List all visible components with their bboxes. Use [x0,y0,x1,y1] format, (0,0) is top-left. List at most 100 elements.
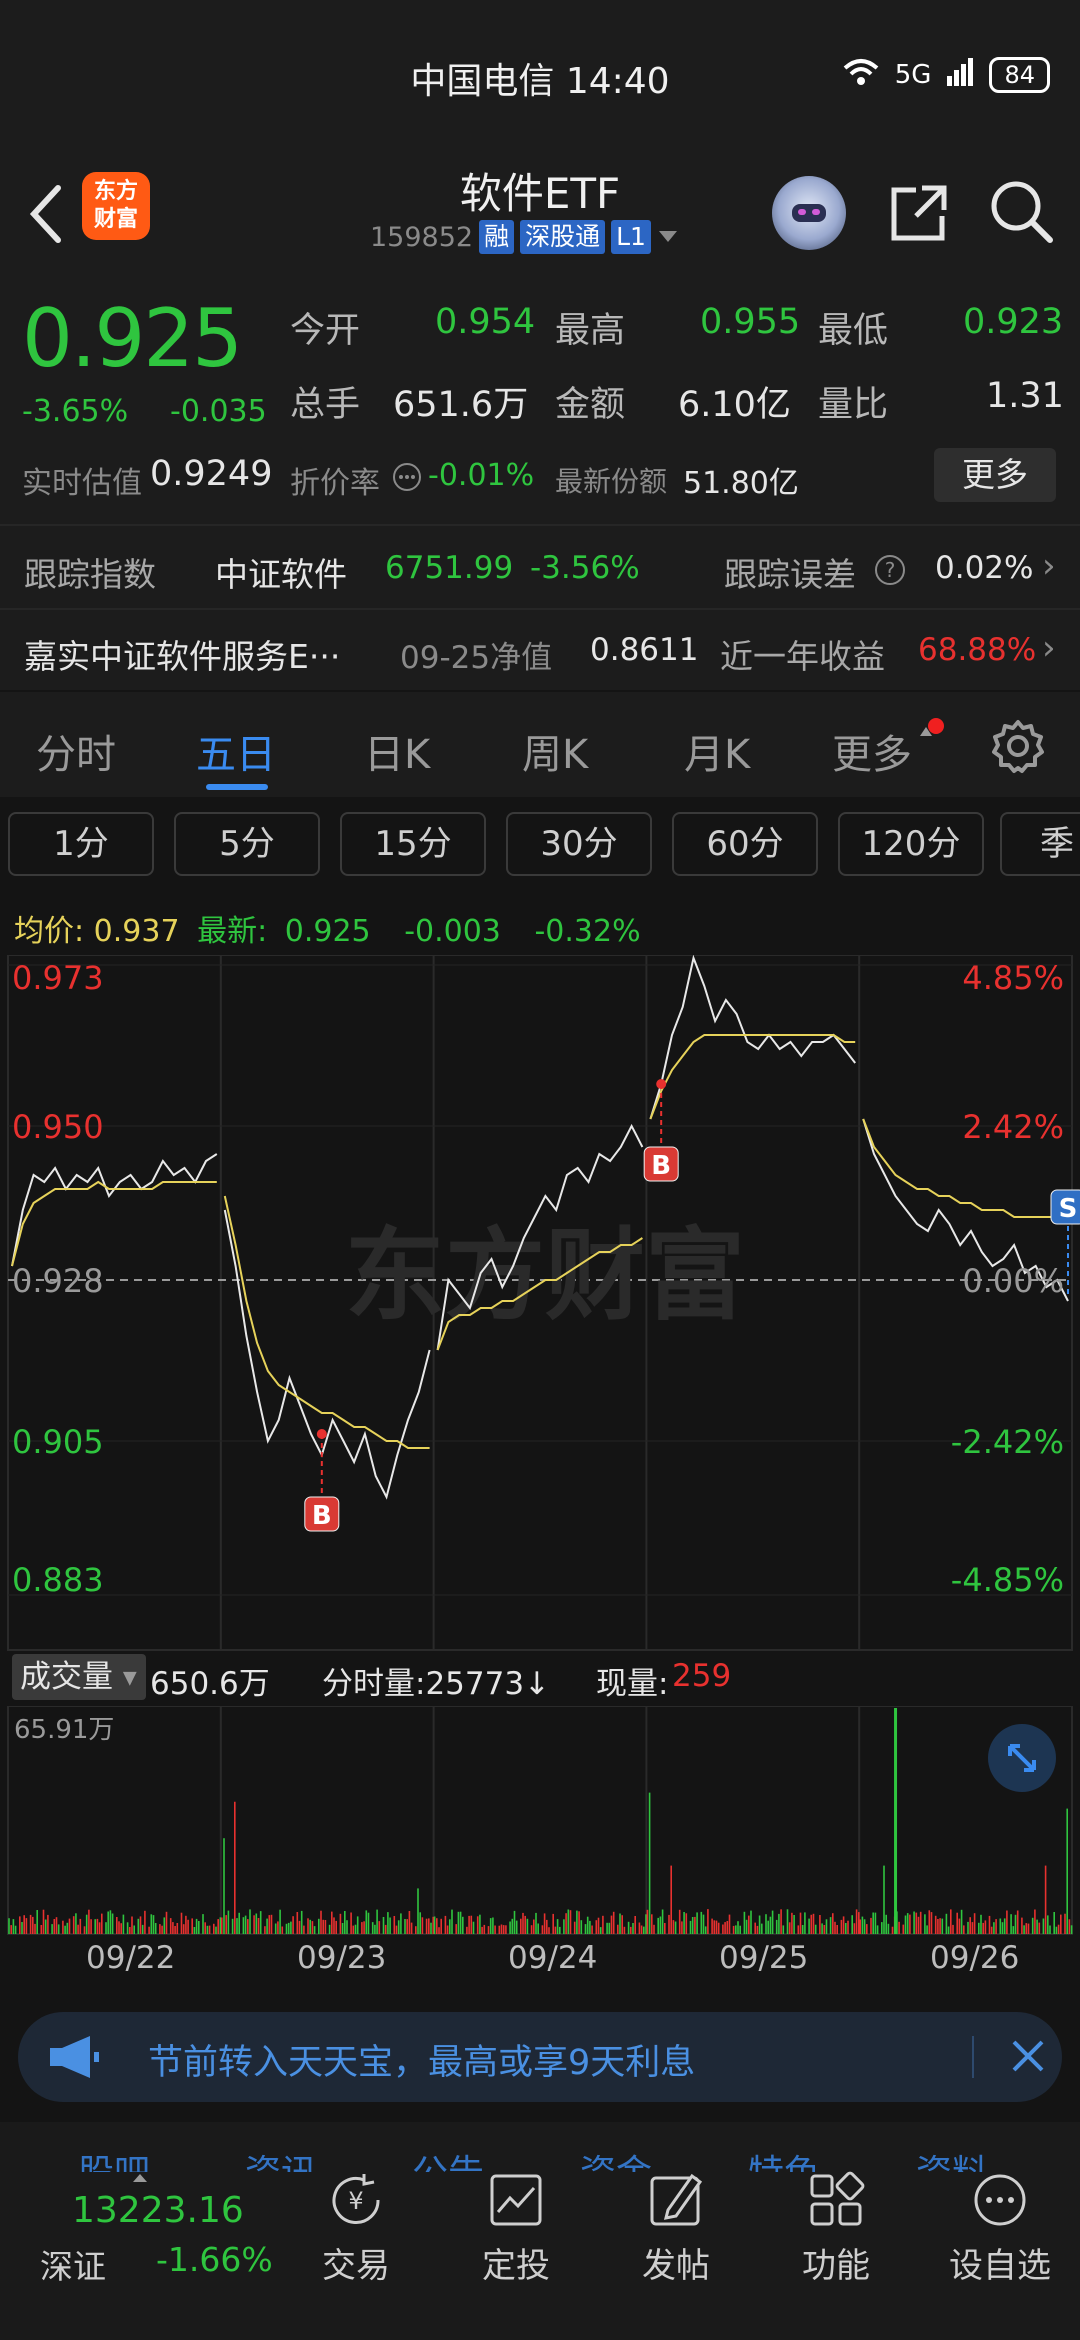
nav-invest-plan[interactable]: 定投 [456,2170,576,2287]
more-button[interactable]: 更多 [934,448,1056,502]
period-60min[interactable]: 60分 [672,812,818,876]
signal-icon [945,56,975,93]
period-120min[interactable]: 120分 [838,812,984,876]
volume-label: 总手 [290,385,361,425]
period-quarter[interactable]: 季 [1000,812,1080,876]
period-15min[interactable]: 15分 [340,812,486,876]
period-30min[interactable]: 30分 [506,812,652,876]
fund-row[interactable]: 嘉实中证软件服务E··· 09-25净值 0.8611 近一年收益 68.88%… [0,610,1080,690]
iopv-value: 0.9249 [150,454,273,494]
y-right-label: 2.42% [962,1108,1064,1146]
logo-line1: 东方 [93,179,138,204]
tab-five-day[interactable]: 五日 [196,722,276,780]
ratio-label: 量比 [818,385,889,425]
status-bar: 中国电信 14:40 5G 84 [0,0,1080,150]
tab-monthly-k[interactable]: 月K [684,722,750,780]
stock-code-row[interactable]: 159852 融 深股通 L1 [370,220,679,254]
y-left-label: 0.905 [12,1423,104,1461]
five-day-price-chart[interactable]: 东方财富 B B S 0.973 4.85% 0.950 2.42% 0.928 0.00% 0… [0,955,1080,1655]
y-left-label: 0.973 [12,959,104,997]
y-right-label: 0.00% [962,1262,1064,1300]
avg-value: 0.937 [93,914,180,949]
page-title: 软件ETF [459,169,621,218]
share-icon[interactable] [886,180,952,246]
x-label-0926: 09/26 [930,1940,1020,1976]
tab-more[interactable]: 更多 [832,722,912,780]
stock-code: 159852 [370,221,474,253]
y-right-label: -2.42% [951,1423,1064,1461]
high-value: 0.955 [700,302,801,342]
latest-pct: -0.32% [534,914,641,949]
index-value: 13223.16 [72,2190,244,2231]
price-line-day-1 [11,1153,218,1267]
ratio-value: 1.31 [986,376,1064,416]
volume-max-label: 65.91万 [14,1715,114,1745]
tab-intraday[interactable]: 分时 [36,722,116,780]
current-price: 0.925 [22,292,243,385]
period-1min[interactable]: 1分 [8,812,154,876]
assistant-robot-icon[interactable] [772,176,846,250]
caret-down-icon [658,231,677,242]
grid-icon [806,2170,866,2230]
status-icons: 5G 84 [841,56,1050,93]
active-tab-indicator [206,784,268,790]
latest-value: 0.925 [284,914,371,949]
x-label-0923: 09/23 [297,1940,387,1976]
volume-label: 成交量 [20,1659,113,1695]
y-left-label: 0.883 [12,1561,104,1599]
signal-5g: 5G [894,59,932,90]
tab-weekly-k[interactable]: 周K [522,722,588,780]
partially-hidden-tabs: 股吧 资讯 公告 资金 特色 资料 [0,2122,1080,2172]
change-pct: -3.65% [22,394,129,429]
tracking-index-change: -3.56% [530,550,640,586]
chart-tabs: 分时 五日 日K 周K 月K 更多 [0,692,1080,797]
chart-line-icon [486,2170,546,2230]
nav-post-label: 发帖 [642,2246,710,2286]
back-button[interactable] [22,178,72,248]
caret-up-icon [132,2168,148,2187]
megaphone-icon [46,2032,102,2086]
divider [972,2036,974,2078]
latest-label: 最新: [197,914,268,949]
fund-name: 嘉实中证软件服务E··· [24,637,341,676]
tab-daily-k[interactable]: 日K [364,722,430,780]
high-label: 最高 [555,311,626,351]
search-icon[interactable] [988,178,1054,244]
help-icon[interactable]: ? [874,554,906,590]
x-label-0922: 09/22 [86,1940,176,1976]
nav-post[interactable]: 发帖 [616,2170,736,2287]
low-value: 0.923 [963,302,1064,342]
page-header: 东方 财富 软件ETF 159852 融 深股通 L1 [0,150,1080,278]
y-left-label: 0.950 [12,1108,104,1146]
amount-value: 6.10亿 [678,385,791,425]
nav-value: 0.8611 [590,632,699,668]
wifi-icon [841,56,881,93]
volume-frame [7,1706,1073,1935]
tab-announcement[interactable]: 公告 [412,2144,484,2172]
more-dots-icon[interactable] [392,462,422,496]
tracking-row[interactable]: 跟踪指数 中证软件 6751.99 -3.56% 跟踪误差 ? 0.02% › [0,526,1080,608]
volume-indicator-dropdown[interactable]: 成交量 ▼ [12,1654,146,1700]
market-index-widget[interactable]: 13223.16 深证 -1.66% [0,2168,290,2318]
nav-add-watchlist[interactable]: 设自选 [940,2170,1060,2287]
expand-chart-button[interactable] [988,1724,1056,1792]
close-icon[interactable] [1006,2034,1050,2078]
yuan-exchange-icon: ¥ [326,2170,386,2230]
settings-gear-icon[interactable] [990,718,1046,778]
nav-functions[interactable]: 功能 [776,2170,896,2287]
tab-funds[interactable]: 资金 [580,2144,652,2172]
tab-profile[interactable]: 资料 [916,2144,988,2172]
tracking-index-name: 中证软件 [215,555,347,594]
y-left-label: 0.928 [12,1262,104,1300]
nav-invest-plan-label: 定投 [482,2246,550,2286]
battery-icon: 84 [989,56,1050,93]
volume-chart[interactable]: 65.91万 [0,1706,1080,1936]
period-5min[interactable]: 5分 [174,812,320,876]
discount-value: -0.01% [428,458,535,493]
x-label-0924: 09/24 [508,1940,598,1976]
tab-features[interactable]: 特色 [748,2144,820,2172]
nav-trade[interactable]: ¥ 交易 [296,2170,416,2287]
promo-banner[interactable]: 节前转入天天宝，最高或享9天利息 [18,2012,1062,2102]
app-logo: 东方 财富 [82,172,150,240]
now-volume-value: 259 [672,1658,732,1694]
